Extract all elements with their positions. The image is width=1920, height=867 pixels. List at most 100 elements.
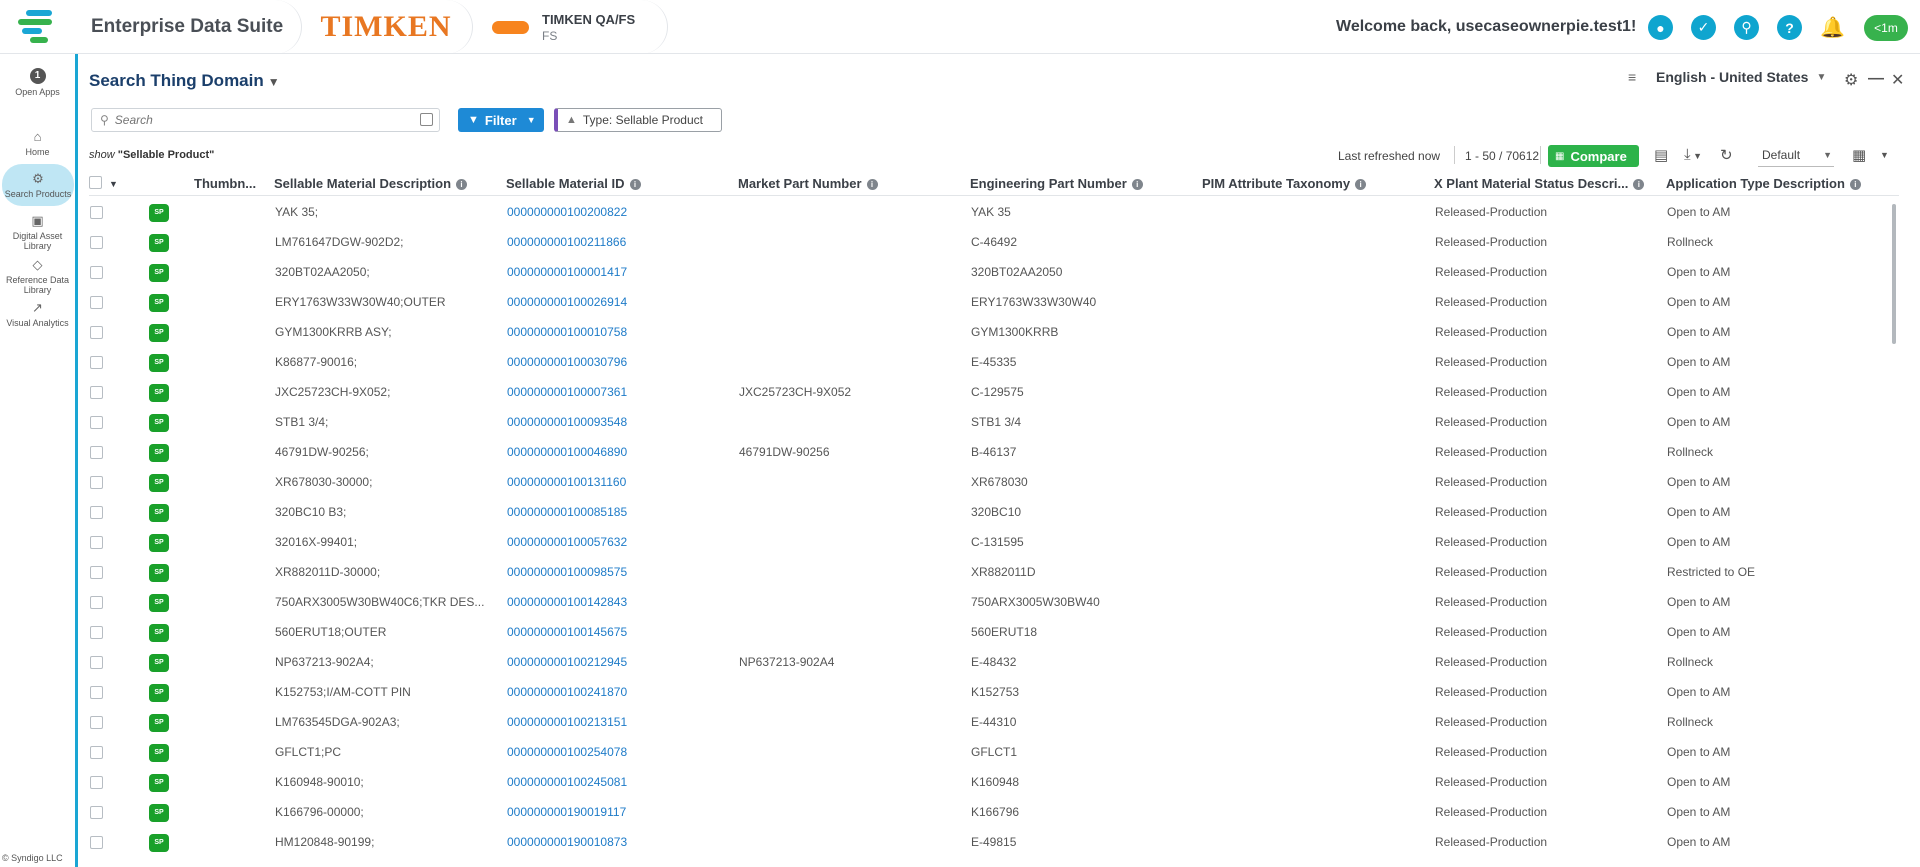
row-checkbox[interactable] [90, 836, 103, 849]
settings-gear-icon[interactable]: ⚙ [1844, 70, 1858, 90]
row-checkbox[interactable] [90, 266, 103, 279]
row-checkbox[interactable] [90, 476, 103, 489]
cell-id[interactable]: 000000000100001417 [507, 265, 732, 279]
chevron-down-icon[interactable]: ▼ [268, 75, 280, 89]
table-row[interactable]: SP GYM1300KRRB ASY; 000000000100010758 GYM1… [89, 317, 1889, 347]
cell-id[interactable]: 000000000100200822 [507, 205, 732, 219]
row-checkbox[interactable] [90, 656, 103, 669]
compare-button[interactable]: ▦ Compare [1548, 145, 1639, 167]
last-active-badge[interactable]: <1m [1864, 15, 1908, 41]
cell-id[interactable]: 000000000100010758 [507, 325, 732, 339]
row-checkbox[interactable] [90, 746, 103, 759]
table-row[interactable]: SP K86877-90016; 000000000100030796 E-45335… [89, 347, 1889, 377]
table-row[interactable]: SP LM763545DGA-902A3; 000000000100213151 E-… [89, 707, 1889, 737]
row-checkbox[interactable] [90, 806, 103, 819]
column-header-sellable-material-description[interactable]: Sellable Material Description i [274, 176, 468, 191]
info-icon[interactable]: i [456, 179, 468, 190]
info-icon[interactable]: i [1849, 179, 1861, 190]
info-icon[interactable]: i [1355, 179, 1367, 190]
info-icon[interactable]: i [629, 179, 641, 190]
table-row[interactable]: SP HM120848-90199; 000000000190010873 E-498… [89, 827, 1889, 857]
select-menu-chevron-icon[interactable]: ▼ [109, 179, 118, 189]
cell-id[interactable]: 000000000100007361 [507, 385, 732, 399]
column-header-market-part-number[interactable]: Market Part Number i [738, 176, 878, 191]
row-checkbox[interactable] [90, 536, 103, 549]
row-checkbox[interactable] [90, 386, 103, 399]
cell-id[interactable]: 000000000100026914 [507, 295, 732, 309]
cell-id[interactable]: 000000000100142843 [507, 595, 732, 609]
nav-visual-analytics[interactable]: ↗ Visual Analytics [0, 301, 75, 329]
cell-id[interactable]: 000000000100211866 [507, 235, 732, 249]
table-row[interactable]: SP K166796-00000; 000000000190019117 K16679… [89, 797, 1889, 827]
nav-reference-data-library[interactable]: ◇ Reference Data Library [0, 258, 75, 296]
open-apps-button[interactable]: 1 Open Apps [0, 68, 75, 97]
info-icon[interactable]: i [1633, 179, 1645, 190]
cell-id[interactable]: 000000000190019117 [507, 805, 732, 819]
row-checkbox[interactable] [90, 326, 103, 339]
page-title[interactable]: Search Thing Domain ▼ [89, 71, 280, 91]
help-icon[interactable]: ? [1777, 15, 1802, 40]
chevron-down-icon[interactable]: ▼ [1880, 150, 1889, 160]
table-row[interactable]: SP ERY1763W33W30W40;OUTER 0000000001000269… [89, 287, 1889, 317]
brand-tab[interactable]: TIMKEN [300, 0, 473, 54]
select-all-checkbox[interactable] [89, 176, 102, 189]
language-selector[interactable]: ≡ English - United States ▼ [1628, 69, 1826, 85]
grid-scrollbar[interactable] [1892, 204, 1896, 344]
cell-id[interactable]: 000000000100241870 [507, 685, 732, 699]
tenant-tab[interactable]: TIMKEN QA/FS FS [470, 0, 668, 54]
minimize-icon[interactable]: — [1868, 70, 1884, 88]
table-row[interactable]: SP XR678030-30000; 000000000100131160 XR678… [89, 467, 1889, 497]
column-header-sellable-material-id[interactable]: Sellable Material ID i [506, 176, 641, 191]
cell-id[interactable]: 000000000100057632 [507, 535, 732, 549]
cell-id[interactable]: 000000000100245081 [507, 775, 732, 789]
table-row[interactable]: SP LM761647DGW-902D2; 000000000100211866 C-… [89, 227, 1889, 257]
column-header-pim-attribute-taxonomy[interactable]: PIM Attribute Taxonomy i [1202, 176, 1367, 191]
refresh-icon[interactable]: ↻ [1720, 146, 1733, 164]
cell-id[interactable]: 000000000100145675 [507, 625, 732, 639]
cell-id[interactable]: 000000000100212945 [507, 655, 732, 669]
row-checkbox[interactable] [90, 356, 103, 369]
table-row[interactable]: SP 32016X-99401; 000000000100057632 C-13159… [89, 527, 1889, 557]
tasks-check-icon[interactable]: ✓ [1691, 15, 1716, 40]
cell-id[interactable]: 000000000100046890 [507, 445, 732, 459]
search-box[interactable]: ⚲ [91, 108, 440, 132]
row-checkbox[interactable] [90, 596, 103, 609]
search-input[interactable] [114, 113, 405, 127]
row-checkbox[interactable] [90, 206, 103, 219]
cell-id[interactable]: 000000000100098575 [507, 565, 732, 579]
row-checkbox[interactable] [90, 296, 103, 309]
user-profile-icon[interactable]: ● [1648, 15, 1673, 40]
row-checkbox[interactable] [90, 716, 103, 729]
cell-id[interactable]: 000000000100030796 [507, 355, 732, 369]
close-icon[interactable]: ✕ [1891, 70, 1904, 90]
clipboard-icon[interactable]: ▤ [1654, 146, 1668, 164]
table-row[interactable]: SP JXC25723CH-9X052; 000000000100007361 JXC… [89, 377, 1889, 407]
row-checkbox[interactable] [90, 626, 103, 639]
type-filter-chip[interactable]: ▲ Type: Sellable Product [554, 108, 722, 132]
row-checkbox[interactable] [90, 776, 103, 789]
cell-id[interactable]: 000000000100093548 [507, 415, 732, 429]
column-header-thumbnail[interactable]: Thumbn... [194, 176, 256, 191]
filter-button[interactable]: ▼ Filter ▼ [458, 108, 544, 132]
cell-id[interactable]: 000000000100131160 [507, 475, 732, 489]
row-checkbox[interactable] [90, 236, 103, 249]
row-checkbox[interactable] [90, 416, 103, 429]
column-header-application-type-description[interactable]: Application Type Description i [1666, 176, 1861, 191]
cell-id[interactable]: 000000000100213151 [507, 715, 732, 729]
calendar-icon[interactable] [420, 113, 433, 126]
view-select[interactable]: Default ▼ [1758, 145, 1834, 167]
table-row[interactable]: SP GFLCT1;PC 000000000100254078 GFLCT1 Relea… [89, 737, 1889, 767]
cell-id[interactable]: 000000000190010873 [507, 835, 732, 849]
nav-search-products[interactable]: ⚙ Search Products [2, 164, 74, 206]
table-row[interactable]: SP 46791DW-90256; 000000000100046890 46791D… [89, 437, 1889, 467]
nav-home[interactable]: ⌂ Home [0, 130, 75, 158]
notification-bell-icon[interactable]: 🔔 [1820, 15, 1845, 40]
table-row[interactable]: SP YAK 35; 000000000100200822 YAK 35 Release… [89, 197, 1889, 227]
table-row[interactable]: SP 560ERUT18;OUTER 000000000100145675 560ER… [89, 617, 1889, 647]
download-icon[interactable]: ⤓ ▼ [1684, 146, 1702, 163]
app-logo-icon[interactable] [18, 10, 62, 44]
row-checkbox[interactable] [90, 686, 103, 699]
grid-layout-icon[interactable]: ▦ [1852, 146, 1866, 164]
info-icon[interactable]: i [1131, 179, 1143, 190]
table-row[interactable]: SP 750ARX3005W30BW40C6;TKR DES... 00000000… [89, 587, 1889, 617]
